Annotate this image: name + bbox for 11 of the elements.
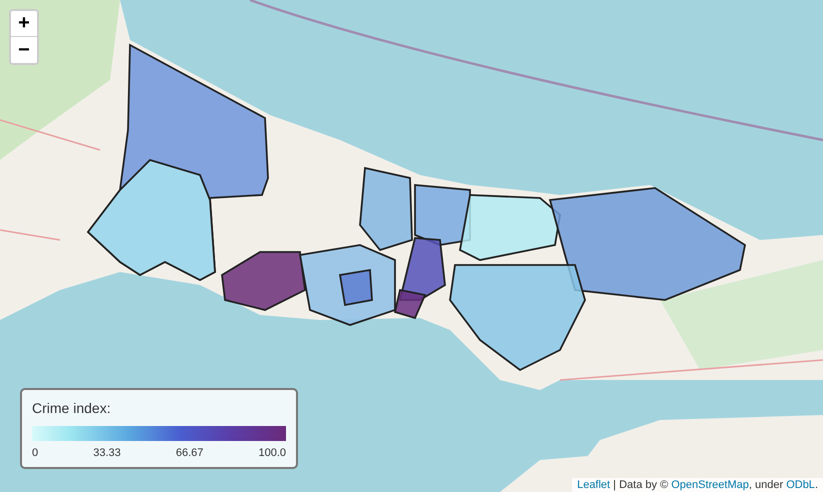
map-drawing[interactable] <box>0 0 823 492</box>
attribution-text: Leaflet | Data by © OpenStreetMap, under ODbL. <box>572 478 823 492</box>
zoom-in-button[interactable]: + <box>11 11 37 37</box>
scale-label: 66.67 <box>176 447 204 459</box>
attribution-link[interactable]: ODbL <box>786 479 815 491</box>
attribution-link[interactable]: Leaflet <box>577 479 610 491</box>
scale-label: 0 <box>32 447 38 459</box>
scale-label: 100.0 <box>258 447 286 459</box>
scale-label: 33.33 <box>93 447 121 459</box>
legend-title: Crime index: <box>32 400 112 416</box>
attribution-link[interactable]: OpenStreetMap <box>671 479 749 491</box>
